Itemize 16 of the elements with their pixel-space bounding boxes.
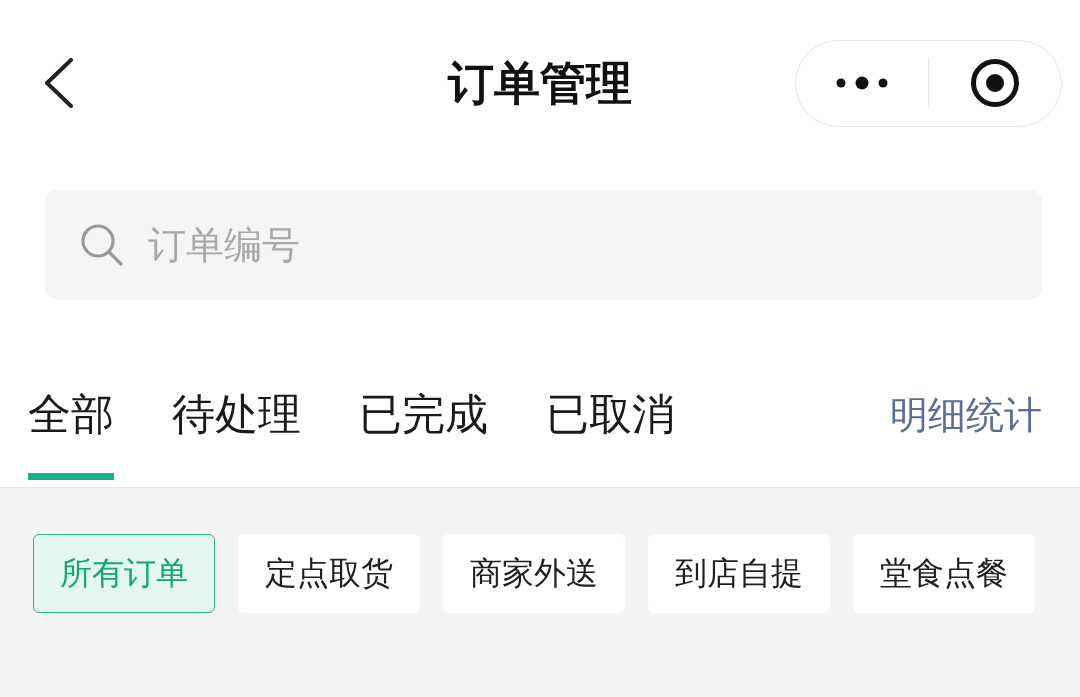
tab[interactable]: 全部 [28,360,114,480]
tab[interactable]: 待处理 [172,360,301,480]
back-button[interactable] [44,58,74,108]
filter-chip[interactable]: 堂食点餐 [853,534,1035,613]
filter-chip[interactable]: 到店自提 [648,534,830,613]
page-title: 订单管理 [448,55,632,111]
target-icon [970,58,1021,108]
filter-chip[interactable]: 商家外送 [443,534,625,613]
search-field[interactable]: 订单编号 [45,190,1042,300]
more-icon [835,76,888,90]
search-icon [80,223,124,267]
detail-stats-link[interactable]: 明细统计 [890,391,1042,439]
tab[interactable]: 已完成 [359,360,488,480]
chevron-left-icon [44,58,74,108]
filter-chip[interactable]: 定点取货 [238,534,420,613]
tab[interactable]: 已取消 [546,360,675,480]
